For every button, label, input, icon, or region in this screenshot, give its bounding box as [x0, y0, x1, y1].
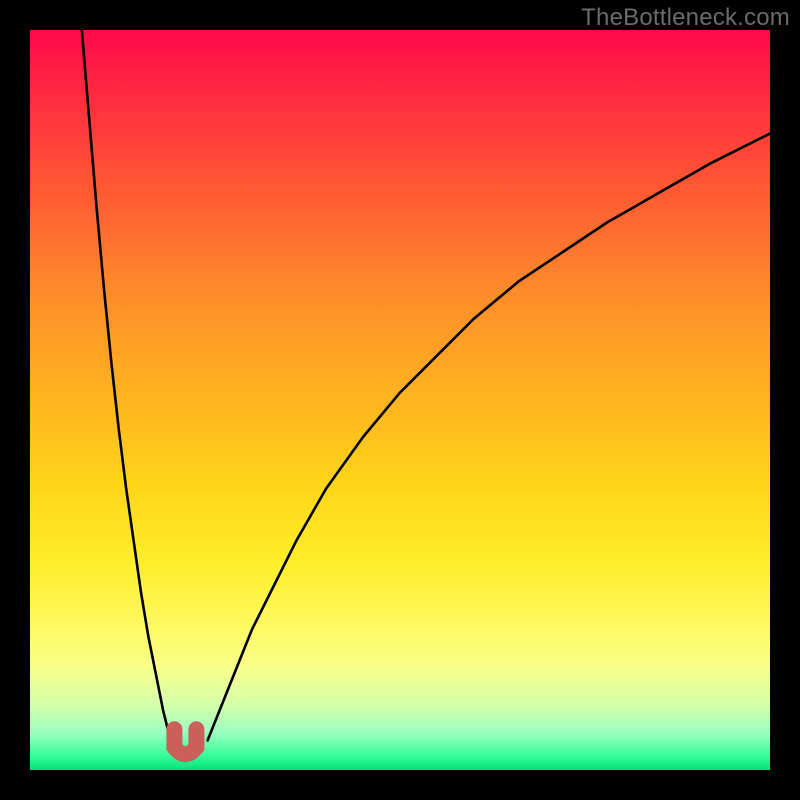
curve-left-branch	[82, 30, 171, 740]
chart-frame: TheBottleneck.com	[0, 0, 800, 800]
plot-area	[30, 30, 770, 770]
bottleneck-curve	[30, 30, 770, 770]
minimum-u-marker	[174, 729, 196, 754]
watermark-text: TheBottleneck.com	[581, 4, 790, 32]
curve-right-branch	[208, 134, 770, 741]
